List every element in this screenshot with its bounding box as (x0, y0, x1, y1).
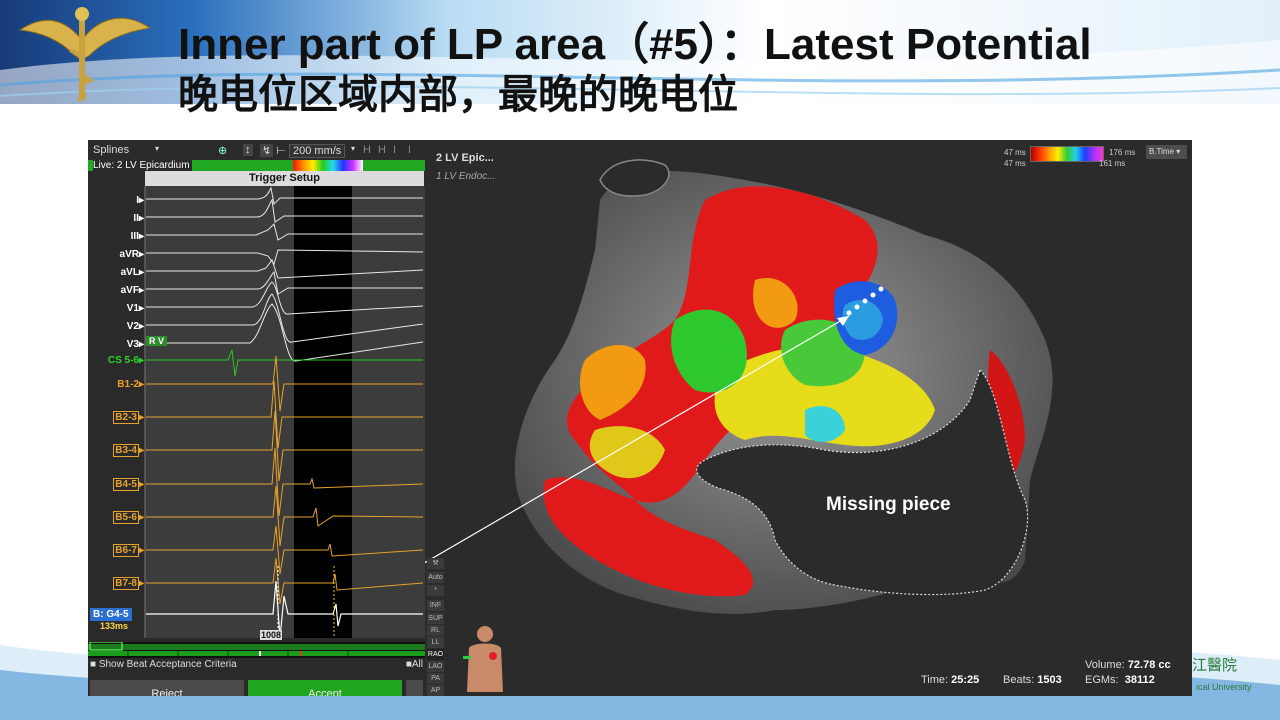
live-map-bar: Live: 2 LV Epicardium (88, 160, 425, 171)
rv-tag: R V (146, 336, 168, 346)
beat-acceptance-row: ■ Show Beat Acceptance Criteria ■All (90, 659, 423, 672)
color-gradient-strip (293, 160, 363, 171)
caduceus-logo (18, 7, 152, 102)
egms-stat: EGMs: 38112 (1085, 674, 1155, 686)
lead-label: B6-7 ▸ (113, 544, 144, 557)
missing-piece-annotation: Missing piece (826, 494, 951, 515)
lead-label: aVF▸ (120, 285, 144, 296)
i-icon[interactable]: I (393, 144, 396, 156)
beat-timeline[interactable] (88, 642, 425, 658)
lead-label: B7-8 ▸ (113, 577, 144, 590)
live-map-label: Live: 2 LV Epicardium (93, 160, 192, 171)
beats-stat: Beats: 1503 (1003, 674, 1062, 686)
slide-title-chinese: 晚电位区域内部，最晚的晚电位 (178, 72, 738, 118)
view-btn-wrench[interactable]: ⚒ (427, 558, 444, 569)
h-icon[interactable]: H (378, 144, 386, 156)
orientation-figure-icon[interactable] (463, 622, 507, 692)
show-beat-checkbox[interactable]: ■ (90, 659, 96, 670)
map-mode-dropdown[interactable]: B.Time ▾ (1146, 145, 1187, 159)
options-button[interactable] (406, 680, 423, 696)
show-beat-label: Show Beat Acceptance Criteria (98, 659, 237, 670)
accept-button[interactable]: Accept (248, 680, 402, 696)
lead-label: aVL▸ (120, 267, 144, 278)
lat-color-scale (1030, 146, 1104, 162)
caliper-icon[interactable]: ⊕ (218, 144, 227, 157)
reject-button[interactable]: Reject (90, 680, 244, 696)
view-btn-sup[interactable]: SUP (427, 613, 444, 624)
lead-label: V2▸ (126, 321, 144, 332)
map-name-secondary[interactable]: 1 LV Endoc... (436, 171, 496, 182)
marker-label: 1008 (260, 630, 283, 640)
marker-icon[interactable]: ↯ (260, 144, 274, 157)
lead-label: V3▸ (126, 339, 144, 350)
scale-max-bottom: 161 ms (1099, 159, 1126, 168)
view-btn-pa[interactable]: PA (427, 673, 444, 684)
trigger-setup-header[interactable]: Trigger Setup (145, 171, 424, 186)
active-lead-badge[interactable]: B: G4-5 (90, 608, 132, 621)
lead-label: B3-4 ▸ (113, 444, 144, 457)
university-logo-subtext: ical University (1196, 682, 1252, 692)
view-btn-rl[interactable]: RL (427, 625, 444, 636)
lead-label: B5-6 ▸ (113, 511, 144, 524)
view-btn-lao[interactable]: LAO (427, 661, 444, 672)
view-btn-rao[interactable]: RAO (427, 649, 444, 660)
lead-label: B1-2▸ (117, 379, 144, 390)
view-btn-inf[interactable]: INF (427, 600, 444, 611)
3d-map-panel: 2 LV Epic... 1 LV Endoc... 47 ms 47 ms 1… (425, 140, 1192, 696)
view-btn-ap[interactable]: AP (427, 685, 444, 696)
splines-label[interactable]: Splines (93, 144, 129, 156)
lead-label: CS 5-6▸ (107, 355, 144, 366)
scale-min-top: 47 ms (1004, 148, 1026, 157)
active-lead-ms: 133ms (100, 621, 129, 631)
ruler-icon[interactable]: ⊢ (276, 144, 286, 157)
lead-label: V1▸ (126, 303, 144, 314)
volume-stat: Volume: 72.78 cc (1085, 659, 1171, 671)
lead-label: B2-3 ▸ (113, 411, 144, 424)
scale-max-top: 176 ms (1109, 148, 1136, 157)
i-icon[interactable]: I (408, 144, 411, 156)
h-icon[interactable]: H (363, 144, 371, 156)
sweep-speed-select[interactable]: 200 mm/s (289, 144, 346, 158)
lead-label: III▸ (130, 231, 144, 242)
time-stat: Time: 25:25 (921, 674, 980, 686)
chevron-down-icon[interactable]: ▾ (155, 144, 159, 153)
egm-toolbar: Splines ▾ ⊕ ↕ ↯ ⊢ 200 mm/s ▾ H H I I (88, 140, 425, 160)
scale-min-bottom: 47 ms (1004, 159, 1026, 168)
view-btn-ll[interactable]: LL (427, 637, 444, 648)
lead-label: I▸ (136, 195, 144, 206)
lead-label: aVR▸ (119, 249, 144, 260)
view-btn-auto[interactable]: Auto (427, 572, 444, 583)
all-checkbox[interactable]: ■All (406, 659, 423, 670)
cursor-icon[interactable]: ↕ (243, 144, 253, 156)
chevron-down-icon[interactable]: ▾ (351, 144, 355, 153)
map-name-primary[interactable]: 2 LV Epic... (436, 152, 494, 164)
lead-label: B4-5 ▸ (113, 478, 144, 491)
lead-label: II▸ (133, 213, 144, 224)
activation-map[interactable] (425, 140, 1192, 696)
view-btn-star[interactable]: * (427, 585, 444, 596)
mapping-system-window: Splines ▾ ⊕ ↕ ↯ ⊢ 200 mm/s ▾ H H I I Liv… (88, 140, 1192, 696)
egm-panel: Splines ▾ ⊕ ↕ ↯ ⊢ 200 mm/s ▾ H H I I Liv… (88, 140, 425, 696)
